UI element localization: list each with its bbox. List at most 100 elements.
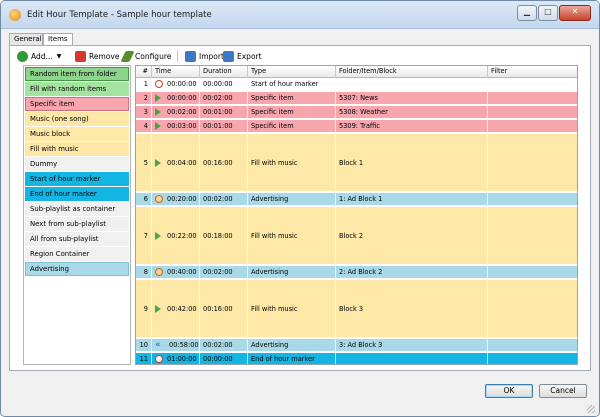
table-row[interactable]: 4 00:03:00 00:01:00 Specific item 5309: Traf… (136, 120, 577, 133)
minimize-icon: ▁ (523, 7, 531, 16)
cell-duration: 00:00:00 (200, 78, 248, 90)
play-icon (155, 122, 161, 130)
table-row[interactable]: 5 00:04:00 00:16:00 Fill with music Block 1 (136, 134, 577, 192)
cell-text: 00:02:00 (203, 341, 233, 349)
ok-button[interactable]: OK (485, 384, 533, 398)
export-button[interactable]: Export (223, 48, 262, 64)
cell-type: Fill with music (248, 207, 336, 264)
remove-button[interactable]: Remove (75, 48, 119, 64)
cell-type: Specific item (248, 120, 336, 132)
item-type-3[interactable]: Music (one song) (25, 112, 129, 126)
cell-type: Advertising (248, 339, 336, 351)
cell-filter (488, 280, 577, 337)
hour-template-grid: # Time Duration Type Folder/Item/Block Filter… (135, 65, 578, 365)
table-row[interactable]: 9 00:42:00 00:16:00 Fill with music Block 3 (136, 280, 577, 338)
close-button[interactable]: ✕ (559, 5, 591, 21)
cell-type: Specific item (248, 92, 336, 104)
cell-text: 6 (143, 195, 148, 203)
cell-text: 5309: Traffic (339, 122, 380, 130)
table-row[interactable]: 7 00:22:00 00:18:00 Fill with music Block 2 (136, 207, 577, 265)
import-button[interactable]: Import (185, 48, 224, 64)
close-icon: ✕ (571, 7, 579, 16)
table-row[interactable]: 1 00:00:00 00:00:00 Start of hour marker (136, 78, 577, 91)
item-type-9[interactable]: Sub-playlist as container (25, 202, 129, 216)
item-type-11[interactable]: All from sub-playlist (25, 232, 129, 246)
cell-text: 1 (143, 80, 148, 88)
item-type-palette: Random item from folder Fill with random … (23, 65, 131, 365)
cell-text: Fill with music (251, 158, 298, 167)
cell-filter (488, 193, 577, 205)
add-button[interactable]: Add... ▼ (17, 48, 61, 64)
table-row[interactable]: 3 00:02:00 00:01:00 Specific item 5308: Weat… (136, 106, 577, 119)
cell-text: 2 (143, 94, 148, 102)
cell-text: 10 (139, 341, 148, 349)
cell-text: 1: Ad Block 1 (339, 195, 383, 203)
cell-text: 00:02:00 (203, 268, 233, 276)
cell-filter (488, 266, 577, 278)
cell-time: « 00:58:00 (152, 339, 200, 351)
cell-text: 3: Ad Block 3 (339, 341, 383, 349)
cell-text: 00:16:00 (203, 304, 233, 313)
cell-text: Specific item (251, 122, 294, 130)
cell-text: Advertising (251, 268, 289, 276)
cell-number: 10 (136, 339, 152, 351)
column-header[interactable]: # (136, 66, 152, 78)
item-type-6[interactable]: Dummy (25, 157, 129, 171)
table-row[interactable]: 2 00:00:00 00:02:00 Specific item 5307: News (136, 92, 577, 105)
column-header[interactable]: Filter (488, 66, 577, 78)
table-row[interactable]: 10 « 00:58:00 00:02:00 Advertising 3: Ad Bloc… (136, 339, 577, 352)
cell-text: 7 (143, 231, 148, 240)
cell-text: 01:00:00 (167, 355, 197, 363)
play-icon (155, 94, 161, 102)
column-header[interactable]: Type (248, 66, 336, 78)
cell-text: 00:02:00 (203, 94, 233, 102)
item-type-4[interactable]: Music block (25, 127, 129, 141)
circle-icon (155, 268, 163, 276)
column-header[interactable]: Folder/Item/Block (336, 66, 488, 78)
cell-filter (488, 207, 577, 264)
cell-filter (488, 78, 577, 90)
play-icon (155, 231, 161, 240)
column-header[interactable]: Duration (200, 66, 248, 78)
tab-general[interactable]: General (9, 33, 43, 45)
item-type-0[interactable]: Random item from folder (25, 67, 129, 81)
maximize-icon: □ (544, 7, 552, 16)
item-type-2[interactable]: Specific item (25, 97, 129, 111)
cell-text: 00:58:00 (169, 341, 199, 349)
resize-grip[interactable] (587, 405, 595, 413)
item-type-13[interactable]: Advertising (25, 262, 129, 276)
cell-folder-item-block: 5309: Traffic (336, 120, 488, 132)
cell-number: 1 (136, 78, 152, 90)
cell-folder-item-block: Block 3 (336, 280, 488, 337)
item-type-10[interactable]: Next from sub-playlist (25, 217, 129, 231)
cell-type: Fill with music (248, 134, 336, 191)
cell-text: Specific item (251, 108, 294, 116)
table-row[interactable]: 8 00:40:00 00:02:00 Advertising 2: Ad Block … (136, 266, 577, 279)
configure-button[interactable]: Configure (120, 48, 171, 64)
item-type-7[interactable]: Start of hour marker (25, 172, 129, 186)
column-header[interactable]: Time (152, 66, 200, 78)
item-type-12[interactable]: Region Container (25, 247, 129, 261)
cell-text: 00:16:00 (203, 158, 233, 167)
edit-hour-template-window: Edit Hour Template - Sample hour templat… (0, 0, 600, 417)
cell-text: Fill with music (251, 304, 298, 313)
table-row[interactable]: 11 01:00:00 00:00:00 End of hour marker (136, 353, 577, 364)
dropdown-arrow-icon[interactable]: ▼ (57, 53, 62, 60)
cell-folder-item-block: Block 2 (336, 207, 488, 264)
cell-text: 5308: Weather (339, 108, 388, 116)
marker-icon (155, 355, 163, 363)
item-type-5[interactable]: Fill with music (25, 142, 129, 156)
rewind-icon: « (155, 340, 161, 350)
cancel-button[interactable]: Cancel (539, 384, 587, 398)
maximize-button[interactable]: □ (538, 5, 558, 21)
cell-time: 00:20:00 (152, 193, 200, 205)
minimize-button[interactable]: ▁ (517, 5, 537, 21)
item-type-1[interactable]: Fill with random items (25, 82, 129, 96)
marker-icon (155, 80, 163, 88)
item-type-8[interactable]: End of hour marker (25, 187, 129, 201)
cell-text: 4 (143, 122, 148, 130)
save-icon (223, 50, 234, 62)
table-row[interactable]: 6 00:20:00 00:02:00 Advertising 1: Ad Block … (136, 193, 577, 206)
cell-text: Fill with music (251, 231, 298, 240)
cell-duration: 00:02:00 (200, 193, 248, 205)
